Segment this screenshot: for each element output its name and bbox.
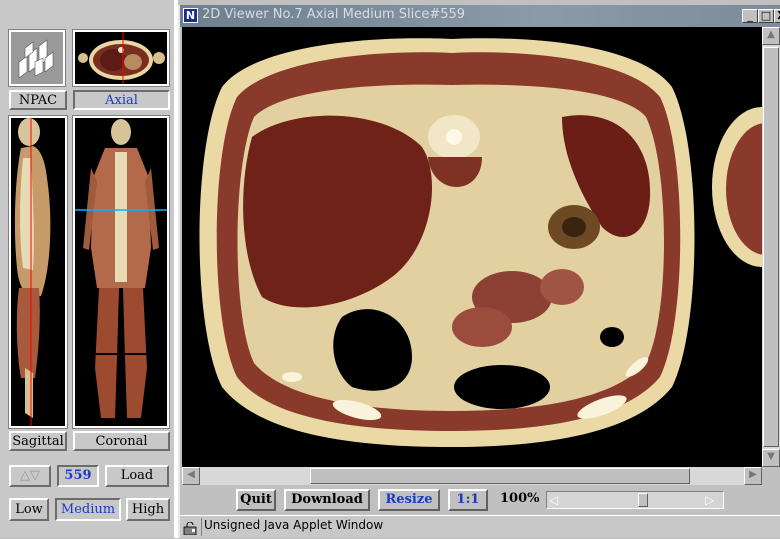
lock-icon bbox=[183, 520, 197, 536]
close-button[interactable]: X bbox=[774, 9, 780, 23]
quality-low-button[interactable]: Low bbox=[9, 498, 49, 521]
window-title: 2D Viewer No.7 Axial Medium Slice#559 bbox=[202, 7, 466, 22]
quit-button[interactable]: Quit bbox=[236, 489, 276, 511]
axial-thumbnail-image bbox=[75, 32, 167, 84]
scroll-left-button[interactable]: ◀ bbox=[182, 467, 200, 485]
zoom-slider-thumb[interactable] bbox=[637, 493, 648, 507]
zoom-slider-right-arrow-icon[interactable]: ▷ bbox=[705, 492, 714, 508]
npac-logo[interactable] bbox=[8, 29, 66, 87]
maximize-button[interactable]: □ bbox=[758, 9, 774, 23]
status-bar: Unsigned Java Applet Window bbox=[180, 515, 780, 538]
scroll-right-button[interactable]: ▶ bbox=[744, 467, 762, 485]
vertical-scroll-thumb[interactable] bbox=[763, 47, 779, 447]
coronal-view-button[interactable]: Coronal bbox=[73, 431, 170, 451]
coronal-thumbnail[interactable] bbox=[72, 115, 170, 429]
resize-button[interactable]: Resize bbox=[378, 489, 440, 511]
status-text: Unsigned Java Applet Window bbox=[204, 518, 384, 532]
title-bar[interactable]: N 2D Viewer No.7 Axial Medium Slice#559 … bbox=[180, 5, 780, 27]
sagittal-thumbnail-image bbox=[11, 118, 65, 426]
npac-button[interactable]: NPAC bbox=[9, 90, 67, 110]
control-panel: NPAC Axial Sagittal Coronal △▽ 559 Load … bbox=[0, 0, 178, 538]
status-divider bbox=[201, 518, 202, 536]
quality-high-button[interactable]: High bbox=[126, 498, 170, 521]
coronal-thumbnail-image bbox=[75, 118, 167, 426]
sagittal-thumbnail[interactable] bbox=[8, 115, 68, 429]
npac-logo-icon bbox=[11, 32, 63, 84]
slice-image[interactable] bbox=[182, 27, 762, 467]
slice-stepper[interactable]: △▽ bbox=[9, 465, 51, 487]
axial-thumbnail[interactable] bbox=[72, 29, 170, 87]
quality-medium-button[interactable]: Medium bbox=[55, 498, 121, 521]
vertical-scrollbar[interactable]: ▲ ▼ bbox=[762, 27, 780, 467]
zoom-slider-left-arrow-icon[interactable]: ◁ bbox=[549, 492, 558, 508]
slice-down-arrow-icon[interactable]: ▽ bbox=[30, 468, 40, 483]
horizontal-scrollbar[interactable]: ◀ ▶ bbox=[182, 467, 762, 485]
app-icon: N bbox=[183, 8, 198, 23]
slice-up-arrow-icon[interactable]: △ bbox=[20, 468, 30, 483]
minimize-button[interactable]: _ bbox=[742, 9, 758, 23]
axial-slice-image bbox=[182, 27, 762, 467]
download-button[interactable]: Download bbox=[284, 489, 370, 511]
axial-view-button[interactable]: Axial bbox=[73, 90, 170, 110]
zoom-level: 100% bbox=[500, 491, 540, 506]
zoom-slider[interactable]: ◁ ▷ bbox=[546, 491, 724, 509]
scroll-down-button[interactable]: ▼ bbox=[762, 449, 780, 467]
ratio-button[interactable]: 1:1 bbox=[448, 489, 488, 511]
sagittal-view-button[interactable]: Sagittal bbox=[9, 431, 67, 451]
viewer-window: N 2D Viewer No.7 Axial Medium Slice#559 … bbox=[178, 5, 780, 538]
load-button[interactable]: Load bbox=[105, 465, 169, 487]
horizontal-scroll-thumb[interactable] bbox=[310, 468, 690, 484]
scroll-up-button[interactable]: ▲ bbox=[762, 27, 780, 45]
slice-number-field[interactable]: 559 bbox=[57, 465, 99, 487]
